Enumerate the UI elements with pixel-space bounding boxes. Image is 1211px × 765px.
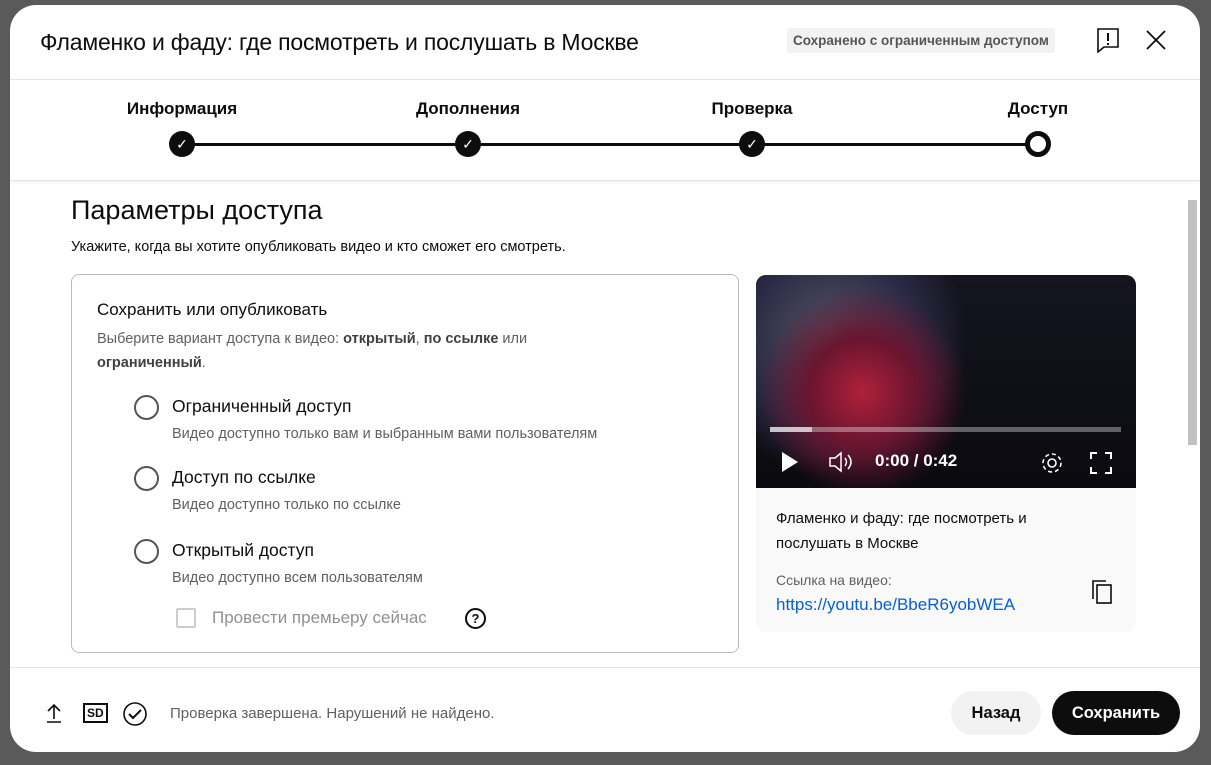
step-checks[interactable]: Проверка — [672, 99, 832, 119]
visibility-card: Сохранить или опубликовать Выберите вари… — [71, 274, 739, 653]
preview-title: Фламенко и фаду: где посмотреть и послуш… — [776, 510, 1027, 552]
page-subtitle: Укажите, когда вы хотите опубликовать ви… — [71, 239, 566, 255]
close-icon[interactable] — [1143, 27, 1169, 53]
card-title: Сохранить или опубликовать — [97, 300, 328, 319]
step-visibility[interactable]: Доступ — [958, 99, 1118, 119]
video-progress-bar[interactable] — [770, 427, 1121, 432]
dialog-title: Фламенко и фаду: где посмотреть и послуш… — [40, 29, 639, 55]
page-title: Параметры доступа — [71, 195, 323, 225]
copy-icon[interactable] — [1090, 579, 1114, 605]
desc-private: ограниченный — [97, 355, 202, 371]
option-desc: Видео доступно только по ссылке — [172, 497, 401, 513]
video-link[interactable]: https://youtu.be/BbeR6yobWEA — [776, 595, 1015, 615]
video-preview-card: 0:00 / 0:42 Фламенко и фаду: где посмотр… — [756, 275, 1136, 632]
current-step-icon[interactable] — [1025, 131, 1051, 157]
option-label: Ограниченный доступ — [172, 396, 352, 416]
link-label: Ссылка на видео: — [776, 572, 892, 588]
option-label: Доступ по ссылке — [172, 467, 316, 487]
radio-button[interactable] — [134, 466, 159, 491]
settings-gear-icon[interactable] — [1039, 450, 1065, 476]
premiere-checkbox[interactable] — [176, 608, 196, 628]
video-player[interactable]: 0:00 / 0:42 — [756, 275, 1136, 488]
card-description: Выберите вариант доступа к видео: открыт… — [97, 327, 617, 375]
stepper: Информация ✓ Дополнения ✓ Проверка ✓ Дос… — [10, 81, 1200, 181]
radio-button[interactable] — [134, 395, 159, 420]
step-extras[interactable]: Дополнения — [388, 99, 548, 119]
desc-text: Выберите вариант доступа к видео: — [97, 331, 344, 347]
desc-text: или — [498, 331, 528, 347]
desc-unlisted: по ссылке — [423, 331, 499, 347]
status-badge: Сохранено с ограниченным доступом — [787, 28, 1055, 53]
option-label: Открытый доступ — [172, 540, 314, 560]
feedback-icon[interactable] — [1095, 27, 1121, 53]
help-icon[interactable]: ? — [465, 608, 486, 629]
volume-icon[interactable] — [828, 450, 854, 474]
back-button[interactable]: Назад — [951, 691, 1041, 735]
save-button[interactable]: Сохранить — [1052, 691, 1180, 735]
option-desc: Видео доступно только вам и выбранным ва… — [172, 426, 598, 442]
check-icon[interactable]: ✓ — [455, 131, 481, 157]
desc-text: , — [415, 331, 424, 347]
video-time: 0:00 / 0:42 — [875, 451, 958, 470]
dialog-header: Фламенко и фаду: где посмотреть и послуш… — [10, 5, 1200, 80]
dialog-footer: SD Проверка завершена. Нарушений не найд… — [10, 667, 1200, 752]
step-info[interactable]: Информация — [102, 99, 262, 119]
desc-text: . — [201, 355, 206, 371]
check-icon[interactable]: ✓ — [739, 131, 765, 157]
scrollbar[interactable] — [1188, 200, 1197, 445]
stepper-line — [182, 143, 1038, 146]
option-desc: Видео доступно всем пользователям — [172, 570, 423, 586]
radio-button[interactable] — [134, 539, 159, 564]
content-area: Параметры доступа Укажите, когда вы хоти… — [10, 182, 1200, 667]
fullscreen-icon[interactable] — [1090, 452, 1112, 474]
progress-fill — [770, 427, 813, 432]
premiere-label: Провести премьеру сейчас — [212, 608, 427, 627]
sd-icon: SD — [83, 703, 108, 723]
upload-dialog: Фламенко и фаду: где посмотреть и послуш… — [10, 5, 1200, 752]
upload-icon — [47, 703, 61, 723]
check-status: Проверка завершена. Нарушений не найдено… — [170, 705, 495, 722]
check-icon[interactable]: ✓ — [169, 131, 195, 157]
desc-public: открытый — [343, 331, 416, 347]
play-icon[interactable] — [780, 451, 800, 473]
check-circle-icon — [123, 702, 147, 726]
